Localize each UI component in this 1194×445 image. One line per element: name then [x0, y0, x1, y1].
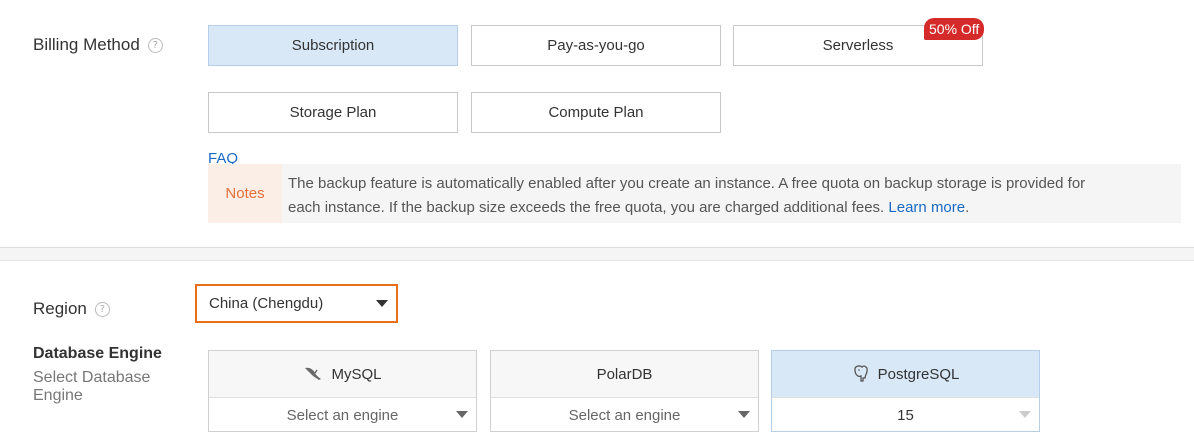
database-engine-subtitle: Select Database Engine — [33, 369, 151, 404]
notes-tag: Notes — [208, 164, 282, 223]
engine-name-postgresql: PostgreSQL — [877, 365, 960, 383]
engine-card-postgresql[interactable]: PostgreSQL 15 — [771, 350, 1040, 432]
engine-version-select-polardb[interactable]: Select an engine — [491, 398, 758, 432]
engine-head-polardb[interactable]: PolarDB — [491, 351, 758, 398]
region-select[interactable]: China (Chengdu) — [195, 284, 398, 323]
help-icon[interactable]: ? — [94, 301, 110, 317]
caret-down-icon — [376, 300, 388, 307]
notes-line-2: each instance. If the backup size exceed… — [288, 199, 885, 216]
billing-option-pay-as-you-go[interactable]: Pay-as-you-go — [471, 25, 721, 66]
billing-option-subscription[interactable]: Subscription — [208, 25, 458, 66]
caret-down-icon — [738, 411, 750, 418]
discount-badge: 50% Off — [924, 18, 985, 40]
region-text: Region — [33, 299, 87, 318]
billing-option-storage-plan[interactable]: Storage Plan — [208, 92, 458, 133]
engine-version-select-mysql[interactable]: Select an engine — [209, 398, 476, 432]
billing-method-text: Billing Method — [33, 35, 140, 54]
database-engine-title: Database Engine — [33, 345, 162, 362]
learn-more-link[interactable]: Learn more — [888, 199, 965, 216]
caret-down-icon — [456, 411, 468, 418]
engine-name-polardb: PolarDB — [596, 365, 653, 383]
engine-select-placeholder: Select an engine — [568, 406, 681, 424]
caret-down-icon — [1019, 411, 1031, 418]
notes-text: The backup feature is automatically enab… — [282, 164, 1095, 223]
engine-head-postgresql[interactable]: PostgreSQL — [772, 351, 1039, 398]
engine-select-placeholder: Select an engine — [286, 406, 399, 424]
engine-version-select-postgresql[interactable]: 15 — [772, 398, 1039, 432]
engine-card-mysql[interactable]: MySQL Select an engine — [208, 350, 477, 432]
elephant-icon — [853, 365, 868, 382]
billing-option-compute-plan[interactable]: Compute Plan — [471, 92, 721, 133]
billing-method-label: Billing Method ? — [33, 35, 163, 55]
notes-period: . — [965, 199, 970, 216]
engine-name-mysql: MySQL — [331, 365, 382, 383]
notes-banner: Notes The backup feature is automaticall… — [208, 164, 1181, 223]
engine-version-value: 15 — [897, 406, 914, 424]
region-label: Region ? — [33, 299, 110, 319]
notes-line-1: The backup feature is automatically enab… — [288, 175, 1086, 192]
dolphin-icon — [305, 367, 322, 380]
help-icon[interactable]: ? — [147, 37, 163, 53]
region-value: China (Chengdu) — [209, 295, 324, 312]
section-divider — [0, 247, 1194, 261]
engine-head-mysql[interactable]: MySQL — [209, 351, 476, 398]
engine-card-polardb[interactable]: PolarDB Select an engine — [490, 350, 759, 432]
